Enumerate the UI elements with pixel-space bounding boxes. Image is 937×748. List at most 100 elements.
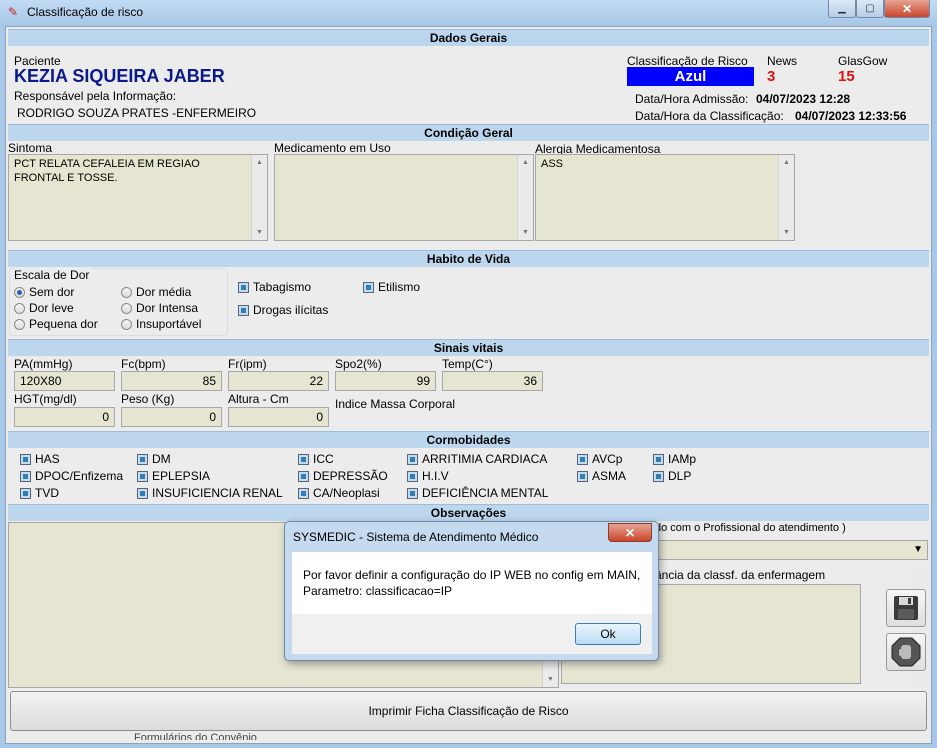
fc-label: Fc(bpm)	[121, 357, 166, 371]
app-window: ✎ Classificação de risco ▁ ▢ ✕ Dados Ger…	[0, 0, 937, 748]
save-button[interactable]	[886, 589, 926, 627]
pain-radio-dor-media[interactable]: Dor média	[121, 285, 191, 299]
close-icon: ✕	[624, 525, 636, 540]
checkbox-tabagismo[interactable]: Tabagismo	[238, 280, 311, 294]
checkbox-icc[interactable]: ICC	[298, 452, 334, 466]
stethoscope-icon: ✎	[8, 5, 19, 19]
hgt-field[interactable]: 0	[14, 407, 115, 427]
spo2-field[interactable]: 99	[335, 371, 436, 391]
checkbox-icon	[238, 281, 249, 293]
checkbox-insuficiencia-renal[interactable]: INSUFICIENCIA RENAL	[137, 486, 283, 500]
checkbox-icon	[407, 470, 418, 482]
symptom-scrollbar[interactable]: ▲ ▼	[251, 155, 267, 240]
checkbox-ca-neoplasi[interactable]: CA/Neoplasi	[298, 486, 380, 500]
bottom-partial-text: Formulários do Convênio	[134, 732, 257, 740]
classified-label: Data/Hora da Classificação:	[635, 109, 784, 123]
checkbox-icon	[20, 487, 31, 499]
medication-scrollbar[interactable]: ▲ ▼	[517, 155, 533, 240]
checkbox-icon	[137, 453, 148, 465]
pain-scale-label: Escala de Dor	[14, 268, 92, 282]
window-title: Classificação de risco	[27, 5, 144, 19]
checkbox-icon	[137, 470, 148, 482]
checkbox-deficiencia-mental[interactable]: DEFICIÊNCIA MENTAL	[407, 486, 548, 500]
checkbox-icon	[20, 470, 31, 482]
radio-selected-icon	[14, 286, 25, 298]
fc-field[interactable]: 85	[121, 371, 222, 391]
print-button-label: Imprimir Ficha Classificação de Risco	[368, 704, 569, 718]
allergy-textarea[interactable]: ASS ▲ ▼	[535, 154, 795, 241]
checkbox-icon	[407, 487, 418, 499]
checkbox-icon	[653, 453, 664, 465]
dialog-message-line1: Por favor definir a configuração do IP W…	[303, 568, 641, 582]
peso-field[interactable]: 0	[121, 407, 222, 427]
checkbox-etilismo[interactable]: Etilismo	[363, 280, 420, 294]
checkbox-depressao[interactable]: DEPRESSÃO	[298, 469, 388, 483]
checkbox-icon	[298, 453, 309, 465]
temp-field[interactable]: 36	[442, 371, 543, 391]
print-risk-form-button[interactable]: Imprimir Ficha Classificação de Risco	[10, 691, 927, 731]
checkbox-arritmia[interactable]: ARRITIMIA CARDIACA	[407, 452, 547, 466]
pain-radio-dor-leve[interactable]: Dor leve	[14, 301, 74, 315]
checkbox-asma[interactable]: ASMA	[577, 469, 626, 483]
section-header-habito-vida: Habito de Vida	[8, 250, 929, 267]
altura-label: Altura - Cm	[228, 392, 289, 406]
radio-icon	[121, 318, 132, 330]
stop-button[interactable]	[886, 633, 926, 671]
radio-icon	[121, 302, 132, 314]
checkbox-icon	[238, 304, 249, 316]
ok-button[interactable]: Ok	[575, 623, 641, 645]
checkbox-eplepsia[interactable]: EPLEPSIA	[137, 469, 210, 483]
altura-field[interactable]: 0	[228, 407, 329, 427]
pa-label: PA(mmHg)	[14, 357, 73, 371]
pain-radio-pequena-dor[interactable]: Pequena dor	[14, 317, 98, 331]
checkbox-avcp[interactable]: AVCp	[577, 452, 622, 466]
section-header-dados-gerais: Dados Gerais	[8, 29, 929, 46]
medication-label: Medicamento em Uso	[274, 141, 391, 155]
checkbox-drogas-ilicitas[interactable]: Drogas ilícitas	[238, 303, 328, 317]
section-header-condicao-geral: Condição Geral	[8, 124, 929, 141]
patient-name: KEZIA SIQUEIRA JABER	[14, 66, 225, 86]
radio-icon	[14, 302, 25, 314]
checkbox-icon	[298, 470, 309, 482]
title-bar[interactable]: ✎ Classificação de risco ▁ ▢ ✕	[0, 0, 937, 24]
risk-classification-label: Classificação de Risco	[627, 54, 748, 68]
dialog-footer: Ok	[292, 614, 652, 654]
checkbox-dpoc[interactable]: DPOC/Enfizema	[20, 469, 123, 483]
radio-icon	[14, 318, 25, 330]
medication-textarea[interactable]: ▲ ▼	[274, 154, 534, 241]
checkbox-icon	[20, 453, 31, 465]
stop-hand-icon	[891, 637, 921, 667]
admission-value: 04/07/2023 12:28	[756, 92, 851, 106]
dialog-message-line2: Parametro: classificacao=IP	[303, 584, 453, 598]
pain-radio-insuportavel[interactable]: Insuportável	[121, 317, 201, 331]
checkbox-dm[interactable]: DM	[137, 452, 171, 466]
checkbox-icon	[653, 470, 664, 482]
allergy-scrollbar[interactable]: ▲ ▼	[778, 155, 794, 240]
checkbox-tvd[interactable]: TVD	[20, 486, 59, 500]
pain-radio-dor-intensa[interactable]: Dor Intensa	[121, 301, 198, 315]
checkbox-icon	[407, 453, 418, 465]
responsible-label: Responsável pela Informação:	[14, 89, 177, 103]
news-value: 3	[767, 68, 776, 85]
dialog-close-button[interactable]: ✕	[608, 523, 652, 542]
radio-icon	[121, 286, 132, 298]
spo2-label: Spo2(%)	[335, 357, 382, 371]
maximize-button[interactable]: ▢	[856, 0, 884, 18]
section-header-observacoes: Observações	[8, 504, 929, 521]
fr-label: Fr(ipm)	[228, 357, 267, 371]
symptom-textarea[interactable]: PCT RELATA CEFALEIA EM REGIAO FRONTAL E …	[8, 154, 268, 241]
pain-radio-sem-dor[interactable]: Sem dor	[14, 285, 74, 299]
dialog-body: Por favor definir a configuração do IP W…	[292, 552, 652, 614]
pa-field[interactable]: 120X80	[14, 371, 115, 391]
dialog-title: SYSMEDIC - Sistema de Atendimento Médico	[293, 530, 539, 544]
imc-label: Indice Massa Corporal	[335, 397, 456, 411]
close-button[interactable]: ✕	[884, 0, 930, 18]
checkbox-iamp[interactable]: IAMp	[653, 452, 696, 466]
message-dialog: SYSMEDIC - Sistema de Atendimento Médico…	[284, 521, 659, 661]
classified-value: 04/07/2023 12:33:56	[795, 109, 907, 123]
minimize-button[interactable]: ▁	[828, 0, 856, 18]
checkbox-hiv[interactable]: H.I.V	[407, 469, 449, 483]
checkbox-dlp[interactable]: DLP	[653, 469, 691, 483]
fr-field[interactable]: 22	[228, 371, 329, 391]
checkbox-has[interactable]: HAS	[20, 452, 60, 466]
